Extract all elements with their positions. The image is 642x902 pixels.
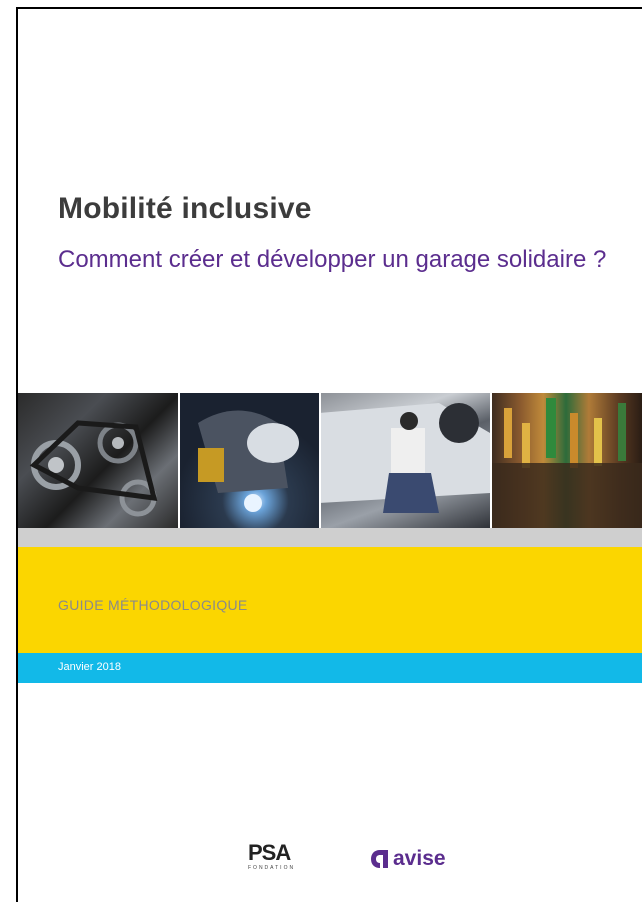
photo-strip: [18, 393, 642, 528]
psa-fondation-logo: PSA FONDATION: [248, 840, 296, 872]
guide-label: GUIDE MÉTHODOLOGIQUE: [58, 597, 248, 613]
engine-belts-photo: [18, 393, 178, 528]
publication-date: Janvier 2018: [58, 661, 121, 673]
psa-logo-subtext: FONDATION: [248, 865, 296, 871]
photo-divider: [490, 393, 492, 528]
document-title: Mobilité inclusive: [58, 192, 312, 225]
mechanic-car-photo: [319, 393, 490, 528]
tools-wall-photo: [490, 393, 642, 528]
psa-logo-text: PSA: [248, 840, 291, 865]
avise-logo-text: avise: [393, 847, 446, 870]
photo-divider: [178, 393, 180, 528]
gray-band: [18, 528, 642, 547]
cover-page: Mobilité inclusive Comment créer et déve…: [16, 7, 642, 902]
welder-photo: [178, 393, 319, 528]
photo-divider: [319, 393, 321, 528]
avise-mark-icon: [371, 850, 388, 868]
document-subtitle: Comment créer et développer un garage so…: [58, 246, 607, 273]
